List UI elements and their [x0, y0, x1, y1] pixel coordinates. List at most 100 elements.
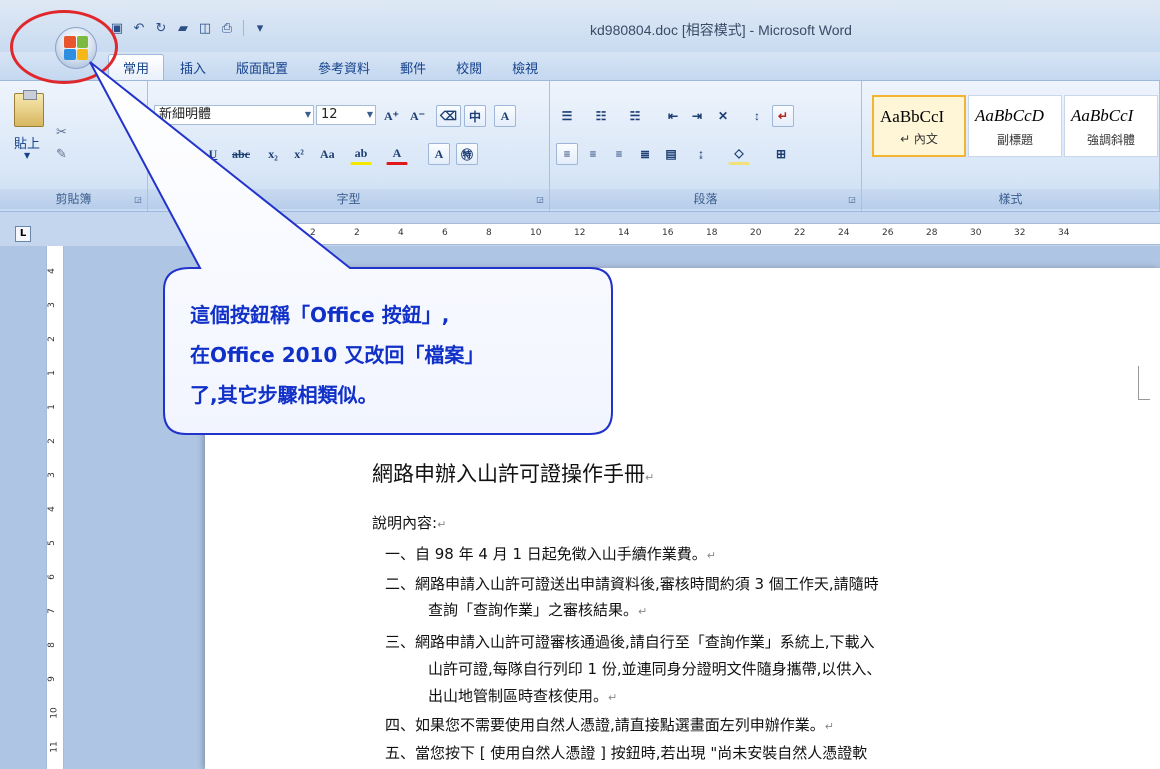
ruler-tick: 12: [574, 228, 586, 238]
character-shading-icon[interactable]: A: [428, 143, 450, 165]
ruler-tick: 2: [46, 438, 57, 444]
tab-mailings[interactable]: 郵件: [386, 54, 440, 80]
style-sample: AaBbCcI: [1071, 106, 1134, 125]
list-item[interactable]: 四、如果您不需要使用自然人憑證,請直接點選畫面左列申辦作業。↵: [385, 714, 834, 735]
clear-format-icon[interactable]: ⌫: [436, 105, 461, 127]
align-right-icon[interactable]: ≡: [608, 143, 630, 165]
ruler-tick: 4: [398, 228, 404, 238]
clipboard-launcher-icon[interactable]: ◲: [133, 195, 143, 205]
title-bar: ▣ ↶ ↻ ▰ ◫ ⎙ ▾ kd980804.doc [相容模式] - Micr…: [0, 0, 1160, 52]
style-subtitle[interactable]: AaBbCcD 副標題: [968, 95, 1062, 157]
cut-icon[interactable]: ✂: [56, 125, 67, 140]
multilevel-list-icon[interactable]: ☵: [624, 105, 646, 127]
tab-references[interactable]: 參考資料: [304, 54, 384, 80]
tab-page-layout[interactable]: 版面配置: [222, 54, 302, 80]
list-item-text: 出山地管制區時查核使用。: [428, 687, 609, 705]
margin-corner-mark: [1138, 366, 1150, 400]
horizontal-ruler[interactable]: 2 2 4 6 8 10 12 14 16 18 20 22 24 26 28 30 32 34: [205, 223, 1160, 245]
font-launcher-icon[interactable]: ◲: [535, 195, 545, 205]
style-sample: AaBbCcI: [880, 107, 945, 126]
distributed-icon[interactable]: ▤: [660, 143, 682, 165]
window-title: kd980804.doc [相容模式] - Microsoft Word: [590, 22, 852, 38]
ruler-tick: 24: [838, 228, 850, 238]
open-folder-icon[interactable]: ▰: [174, 19, 192, 37]
align-center-icon[interactable]: ≡: [582, 143, 604, 165]
list-item-text: 五、當您按下 [ 使用自然人憑證 ] 按鈕時,若出現 "尚未安裝自然人憑證軟: [385, 744, 868, 762]
tab-review[interactable]: 校閱: [442, 54, 496, 80]
paste-dropdown-icon[interactable]: ▼: [24, 151, 30, 160]
list-item[interactable]: 五、當您按下 [ 使用自然人憑證 ] 按鈕時,若出現 "尚未安裝自然人憑證軟: [385, 742, 867, 763]
list-item[interactable]: 二、網路申請入山許可證送出申請資料後,審核時間約須 3 個工作天,請隨時: [385, 573, 879, 594]
tab-view[interactable]: 檢視: [498, 54, 552, 80]
ruler-tick: 4: [46, 506, 57, 512]
tab-selector-button[interactable]: L: [15, 226, 31, 242]
tab-insert[interactable]: 插入: [166, 54, 220, 80]
ruler-tick: 18: [706, 228, 718, 238]
decrease-indent-icon[interactable]: ⇤: [662, 105, 684, 127]
sort-icon[interactable]: ↕: [746, 105, 768, 127]
phonetic-guide-icon[interactable]: 中: [464, 105, 486, 127]
shading-icon[interactable]: ◇: [728, 143, 750, 165]
ruler-tick: 2: [354, 228, 360, 238]
ruler-tick: 22: [794, 228, 806, 238]
font-color-icon[interactable]: A: [386, 143, 408, 165]
style-normal[interactable]: AaBbCcI ↵ 內文: [872, 95, 966, 157]
show-marks-icon[interactable]: ↵: [772, 105, 794, 127]
character-border-icon[interactable]: A: [494, 105, 516, 127]
office-button[interactable]: [55, 27, 97, 69]
save-icon[interactable]: ▣: [108, 19, 126, 37]
customize-qat-icon[interactable]: ▾: [251, 19, 269, 37]
list-item[interactable]: 三、網路申請入山許可證審核通過後,請自行至「查詢作業」系統上,下載入: [385, 631, 875, 652]
borders-icon[interactable]: ⊞: [770, 143, 792, 165]
line-spacing-icon[interactable]: ↨: [690, 143, 712, 165]
tab-home[interactable]: 常用: [108, 54, 165, 80]
list-item-text: 三、網路申請入山許可證審核通過後,請自行至「查詢作業」系統上,下載入: [385, 633, 875, 651]
ruler-tick: 8: [486, 228, 492, 238]
align-left-icon[interactable]: ≡: [556, 143, 578, 165]
justify-icon[interactable]: ≣: [634, 143, 656, 165]
chevron-down-icon: ▼: [366, 110, 373, 119]
grow-font-icon[interactable]: A⁺: [380, 105, 403, 127]
strikethrough-icon[interactable]: abc: [228, 143, 254, 165]
font-group-label: 字型: [148, 189, 549, 209]
subscript-icon[interactable]: x₂: [262, 143, 284, 165]
font-group: 新細明體 ▼ 12 ▼ A⁺ A⁻ ⌫ 中 A U abc x₂ x² Aa a…: [148, 81, 550, 211]
print-icon[interactable]: ⎙: [218, 19, 236, 37]
paste-icon[interactable]: [14, 90, 44, 127]
style-name: ↵ 內文: [900, 132, 938, 146]
ruler-tick: 1: [46, 404, 57, 410]
enclose-characters-icon[interactable]: ㊕: [456, 143, 478, 165]
print-preview-icon[interactable]: ◫: [196, 19, 214, 37]
undo-icon[interactable]: ↶: [130, 19, 148, 37]
list-item-continuation[interactable]: 查詢「查詢作業」之審核結果。↵: [428, 599, 647, 620]
superscript-icon[interactable]: x²: [288, 143, 310, 165]
underline-icon[interactable]: U: [202, 143, 224, 165]
paragraph-launcher-icon[interactable]: ◲: [847, 195, 857, 205]
ruler-tick: 3: [46, 472, 57, 478]
asian-layout-icon[interactable]: ✕: [712, 105, 734, 127]
clipboard-group-label: 剪貼簿: [0, 189, 147, 209]
format-painter-icon[interactable]: ✎: [56, 147, 67, 162]
redo-icon[interactable]: ↻: [152, 19, 170, 37]
ruler-tick: 14: [618, 228, 630, 238]
ruler-tick: 2: [46, 336, 57, 342]
font-name-field[interactable]: 新細明體 ▼: [154, 105, 314, 125]
document-intro[interactable]: 說明內容:↵: [372, 512, 446, 533]
style-sample: AaBbCcD: [975, 106, 1044, 125]
list-item-continuation[interactable]: 山許可證,每隊自行列印 1 份,並連同身分證明文件隨身攜帶,以供入、: [428, 658, 881, 679]
ribbon-tabs: 常用 插入 版面配置 參考資料 郵件 校閱 檢視: [108, 54, 552, 80]
increase-indent-icon[interactable]: ⇥: [686, 105, 708, 127]
qat-separator: [243, 20, 244, 36]
shrink-font-icon[interactable]: A⁻: [406, 105, 429, 127]
list-item-continuation[interactable]: 出山地管制區時查核使用。↵: [428, 685, 617, 706]
document-heading[interactable]: 網路申辦入山許可證操作手冊↵: [372, 458, 654, 488]
font-size-field[interactable]: 12 ▼: [316, 105, 376, 125]
vertical-ruler[interactable]: 4 3 2 1 1 2 3 4 5 6 7 8 9 10 11: [46, 246, 64, 769]
bullets-icon[interactable]: ☰: [556, 105, 578, 127]
list-item[interactable]: 一、自 98 年 4 月 1 日起免徵入山手續作業費。↵: [385, 543, 716, 564]
numbering-icon[interactable]: ☷: [590, 105, 612, 127]
change-case-icon[interactable]: Aa: [316, 143, 339, 165]
style-emphasis[interactable]: AaBbCcI 強調斜體: [1064, 95, 1158, 157]
highlight-color-icon[interactable]: ab: [350, 143, 372, 165]
paste-button-label[interactable]: 貼上: [14, 133, 40, 152]
